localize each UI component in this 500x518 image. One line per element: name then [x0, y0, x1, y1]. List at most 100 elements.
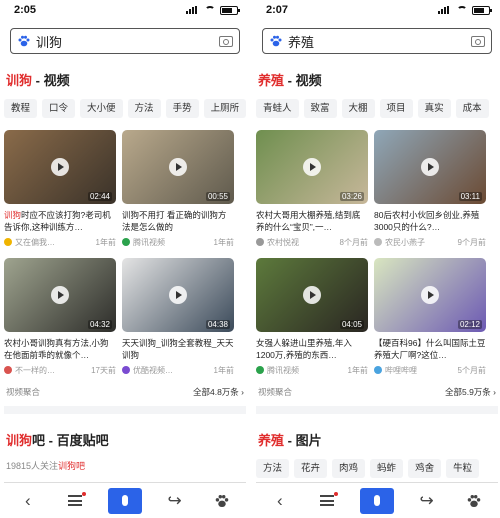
video-thumbnail[interactable]: 02:44 [4, 130, 116, 204]
video-title[interactable]: 农村小哥训狗真有方法,小狗在他面前乖的就像个… [4, 337, 116, 361]
video-card[interactable]: 02:44 训狗时应不应该打狗?老司机告诉你,这种训练方… 又在偏我… 1年前 [4, 130, 116, 248]
video-card[interactable]: 03:11 80后农村小伙回乡创业,养殖3000只的什么?… 农民小燕子 9个月… [374, 130, 486, 248]
video-card[interactable]: 04:32 农村小哥训狗真有方法,小狗在他面前乖的就像个… 不一样的… 17天前 [4, 258, 116, 376]
search-input[interactable]: 养殖 [262, 28, 492, 54]
video-grid: 03:26 农村大哥用大棚养殖,结到底养的什么“宝贝”,一… 农村悦视 8个月前… [256, 130, 498, 376]
left-phone-screen: 2:05 训狗 训狗 - 视频 教程 口令 大小便 方法 手势 上厕所 02:4… [4, 0, 246, 518]
share-icon[interactable]: ↪ [160, 486, 190, 516]
image-filter-chip[interactable]: 肉鸡 [332, 459, 366, 478]
status-bar: 2:07 [256, 0, 498, 20]
video-thumbnail[interactable]: 03:11 [374, 130, 486, 204]
video-duration: 04:32 [87, 320, 112, 329]
filter-chip[interactable]: 致富 [303, 99, 337, 118]
filter-chip[interactable]: 上厕所 [203, 99, 246, 118]
filter-chips: 青蛙人 致富 大棚 项目 真实 成本 [256, 99, 498, 118]
video-card[interactable]: 00:55 训狗不用打 看正确的训狗方法是怎么做的 腾讯视频 1年前 [122, 130, 234, 248]
image-filter-chip[interactable]: 蚂蚱 [370, 459, 404, 478]
view-all-videos-link[interactable]: 全部5.9万条 › [445, 386, 496, 398]
filter-chip[interactable]: 口令 [42, 99, 76, 118]
filter-chip[interactable]: 教程 [4, 99, 38, 118]
video-title[interactable]: 农村大哥用大棚养殖,结到底养的什么“宝贝”,一… [256, 209, 368, 233]
camera-icon[interactable] [471, 35, 485, 47]
battery-icon [220, 5, 240, 15]
filter-chip[interactable]: 成本 [455, 99, 489, 118]
signal-icon [438, 6, 452, 14]
video-thumbnail[interactable]: 02:12 [374, 258, 486, 332]
video-meta: 不一样的… 17天前 [4, 364, 116, 376]
video-time: 17天前 [91, 365, 116, 375]
view-all-videos-link[interactable]: 全部4.8万条 › [193, 386, 244, 398]
video-footer: 视频聚合 全部5.9万条 › [256, 386, 498, 398]
filter-chip[interactable]: 方法 [127, 99, 161, 118]
video-meta: 腾讯视频 1年前 [122, 236, 234, 248]
microphone-icon[interactable] [107, 487, 142, 514]
video-section-title[interactable]: 训狗 - 视频 [6, 70, 246, 89]
image-filter-chip[interactable]: 方法 [256, 459, 290, 478]
bottom-toolbar: ‹ ↪ [4, 482, 246, 518]
microphone-icon[interactable] [359, 487, 394, 514]
filter-chip[interactable]: 项目 [379, 99, 413, 118]
video-aggregate-label: 视频聚合 [258, 387, 293, 397]
filter-chip[interactable]: 真实 [417, 99, 451, 118]
tieba-section-title[interactable]: 训狗吧 - 百度贴吧 [6, 430, 246, 449]
video-section-title[interactable]: 养殖 - 视频 [258, 70, 498, 89]
filter-chip[interactable]: 手势 [165, 99, 199, 118]
paw-icon [270, 35, 282, 47]
video-thumbnail[interactable]: 04:05 [256, 258, 368, 332]
image-filter-chip[interactable]: 花卉 [294, 459, 328, 478]
video-source: 又在偏我… [15, 237, 55, 247]
share-icon[interactable]: ↪ [412, 486, 442, 516]
video-title[interactable]: 80后农村小伙回乡创业,养殖3000只的什么?… [374, 209, 486, 233]
video-card[interactable]: 04:05 女强人躲进山里养殖,年入1200万,养殖的东西… 腾讯视频 1年前 [256, 258, 368, 376]
image-section-title[interactable]: 养殖 - 图片 [258, 430, 498, 449]
filter-chips: 教程 口令 大小便 方法 手势 上厕所 [4, 99, 246, 118]
paw-icon[interactable] [207, 486, 237, 516]
video-meta: 又在偏我… 1年前 [4, 236, 116, 248]
video-thumbnail[interactable]: 04:38 [122, 258, 234, 332]
section-divider [4, 406, 246, 414]
video-meta: 农村悦视 8个月前 [256, 236, 368, 248]
video-source: 哔哩哔哩 [385, 365, 417, 375]
bottom-toolbar: ‹ ↪ [256, 482, 498, 518]
right-phone-screen: 2:07 养殖 养殖 - 视频 青蛙人 致富 大棚 项目 真实 成本 03:26 [256, 0, 498, 518]
image-filter-chip[interactable]: 鸡舍 [408, 459, 442, 478]
filter-chip[interactable]: 大小便 [80, 99, 123, 118]
video-title[interactable]: 训狗时应不应该打狗?老司机告诉你,这种训练方… [4, 209, 116, 233]
video-title[interactable]: 【硬百科96】什么叫国际土豆养殖大厂啊?这位… [374, 337, 486, 361]
video-title[interactable]: 训狗不用打 看正确的训狗方法是怎么做的 [122, 209, 234, 233]
source-avatar-icon [4, 238, 12, 246]
video-duration: 03:11 [458, 192, 482, 201]
video-thumbnail[interactable]: 04:32 [4, 258, 116, 332]
filter-chip[interactable]: 大棚 [341, 99, 375, 118]
menu-icon[interactable] [312, 486, 342, 516]
play-icon [51, 286, 69, 304]
status-bar: 2:05 [4, 0, 246, 20]
image-filter-chip[interactable]: 牛粒 [446, 459, 480, 478]
menu-icon[interactable] [60, 486, 90, 516]
video-grid: 02:44 训狗时应不应该打狗?老司机告诉你,这种训练方… 又在偏我… 1年前 … [4, 130, 246, 376]
signal-icon [186, 6, 200, 14]
search-input[interactable]: 训狗 [10, 28, 240, 54]
video-source: 农民小燕子 [385, 237, 425, 247]
video-card[interactable]: 03:26 农村大哥用大棚养殖,结到底养的什么“宝贝”,一… 农村悦视 8个月前 [256, 130, 368, 248]
video-title[interactable]: 天天训狗_训狗全套教程_天天训狗 [122, 337, 234, 361]
video-thumbnail[interactable]: 00:55 [122, 130, 234, 204]
source-avatar-icon [256, 366, 264, 374]
video-duration: 04:38 [205, 320, 230, 329]
video-title[interactable]: 女强人躲进山里养殖,年入1200万,养殖的东西… [256, 337, 368, 361]
back-arrow-icon[interactable]: ‹ [265, 486, 295, 516]
search-query-text: 训狗 [36, 34, 63, 50]
camera-icon[interactable] [219, 35, 233, 47]
video-thumbnail[interactable]: 03:26 [256, 130, 368, 204]
back-arrow-icon[interactable]: ‹ [13, 486, 43, 516]
status-time: 2:05 [14, 4, 37, 16]
video-card[interactable]: 04:38 天天训狗_训狗全套教程_天天训狗 优酷视频… 1年前 [122, 258, 234, 376]
paw-icon[interactable] [459, 486, 489, 516]
source-avatar-icon [256, 238, 264, 246]
status-time: 2:07 [266, 4, 289, 16]
play-icon [169, 286, 187, 304]
image-filter-chips: 方法 花卉 肉鸡 蚂蚱 鸡舍 牛粒 [256, 459, 498, 478]
play-icon [303, 286, 321, 304]
video-card[interactable]: 02:12 【硬百科96】什么叫国际土豆养殖大厂啊?这位… 哔哩哔哩 5个月前 [374, 258, 486, 376]
filter-chip[interactable]: 青蛙人 [256, 99, 299, 118]
